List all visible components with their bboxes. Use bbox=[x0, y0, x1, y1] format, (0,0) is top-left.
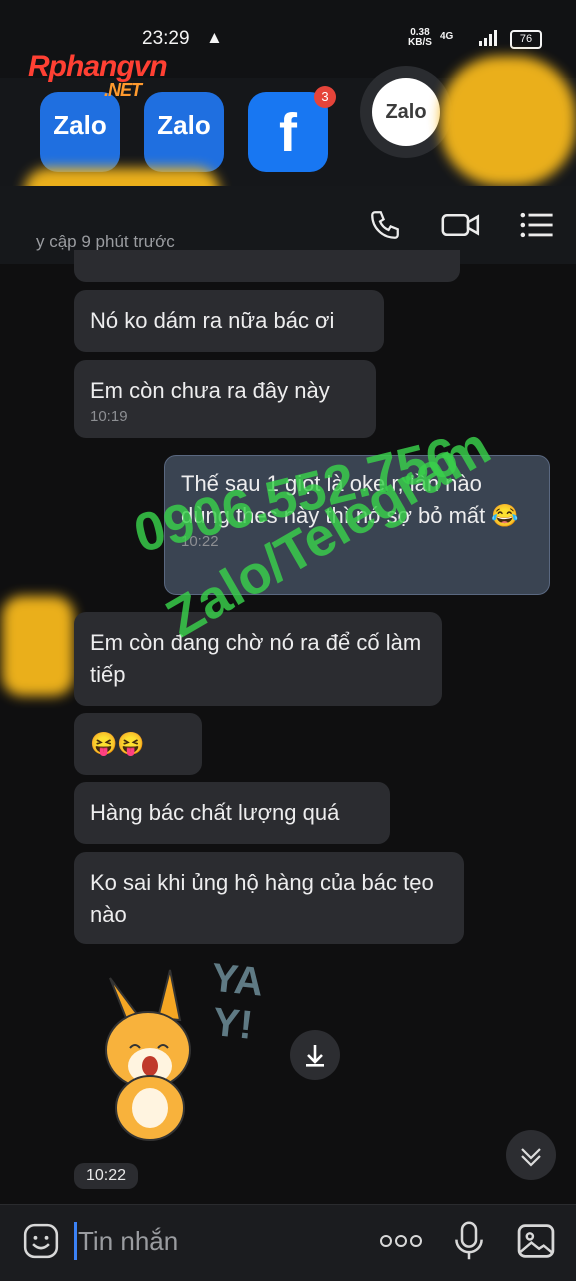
message-text: Ko sai khi ủng hộ hàng của bác tẹo nào bbox=[90, 870, 434, 927]
network-speed: 0.38 KB/S bbox=[408, 28, 432, 48]
notification-badge: 3 bbox=[314, 86, 336, 108]
message-bubble[interactable]: Em còn chưa ra đây này 10:19 bbox=[74, 360, 376, 438]
brand-suffix: .NET bbox=[104, 80, 142, 100]
more-icon[interactable] bbox=[378, 1228, 424, 1254]
image-icon[interactable] bbox=[516, 1222, 556, 1260]
message-bubble[interactable]: 😝😝 bbox=[74, 713, 202, 775]
download-icon bbox=[306, 1045, 324, 1067]
menu-icon[interactable] bbox=[520, 210, 554, 240]
signal-icon bbox=[479, 30, 497, 46]
alert-icon: ▲ bbox=[206, 28, 223, 47]
message-text: Hàng bác chất lượng quá bbox=[90, 800, 340, 825]
phone-icon[interactable] bbox=[368, 208, 402, 242]
microphone-icon[interactable] bbox=[452, 1220, 486, 1262]
brand-name: Rphangvn bbox=[28, 50, 168, 83]
app-label: Zalo bbox=[157, 110, 211, 140]
status-time: 23:29 bbox=[142, 28, 190, 49]
message-text: Em còn chưa ra đây này bbox=[90, 378, 330, 403]
app-label: f bbox=[279, 103, 297, 163]
message-time: 10:19 bbox=[90, 408, 128, 425]
brand-logo: Rphangvn .NET bbox=[28, 50, 168, 100]
app-label: Zalo bbox=[53, 110, 107, 140]
download-button[interactable] bbox=[290, 1030, 340, 1080]
message-bubble[interactable]: Hàng bác chất lượng quá bbox=[74, 782, 390, 844]
redaction-blob bbox=[440, 56, 576, 186]
message-input[interactable]: Tin nhắn bbox=[78, 1210, 368, 1270]
last-seen: y cập 9 phút trước bbox=[36, 232, 175, 251]
scroll-down-button[interactable] bbox=[506, 1130, 556, 1180]
message-bubble-partial[interactable] bbox=[74, 250, 460, 282]
sticker[interactable]: YAY! bbox=[100, 955, 270, 1148]
time-chip: 10:22 bbox=[74, 1163, 138, 1189]
zalo-floating-bubble[interactable]: Zalo bbox=[360, 66, 452, 158]
message-bubble[interactable]: Ko sai khi ủng hộ hàng của bác tẹo nào bbox=[74, 852, 464, 944]
text-caret bbox=[74, 1222, 77, 1260]
bubble-label: Zalo bbox=[372, 78, 440, 146]
zalo-icon[interactable]: Zalo bbox=[144, 92, 224, 172]
zalo-icon[interactable]: Zalo bbox=[40, 92, 120, 172]
message-bubble[interactable]: Em còn đang chờ nó ra để cố làm tiếp bbox=[74, 612, 442, 706]
message-text: 😝😝 bbox=[90, 731, 145, 756]
emoji-icon[interactable] bbox=[22, 1222, 60, 1260]
battery-indicator: 76 bbox=[510, 30, 542, 49]
message-text: Nó ko dám ra nữa bác ơi bbox=[90, 308, 335, 333]
chevron-down-icon bbox=[521, 1148, 541, 1167]
video-call-icon[interactable] bbox=[440, 208, 482, 242]
sticker-text: YAY! bbox=[209, 955, 266, 1048]
message-bubble[interactable]: Nó ko dám ra nữa bác ơi bbox=[74, 290, 384, 352]
speed-unit: KB/S bbox=[408, 37, 432, 48]
input-placeholder: Tin nhắn bbox=[78, 1226, 179, 1256]
avatar-redacted bbox=[2, 596, 74, 696]
message-text: Em còn đang chờ nó ra để cố làm tiếp bbox=[90, 630, 422, 687]
network-type: 4G bbox=[440, 31, 454, 42]
